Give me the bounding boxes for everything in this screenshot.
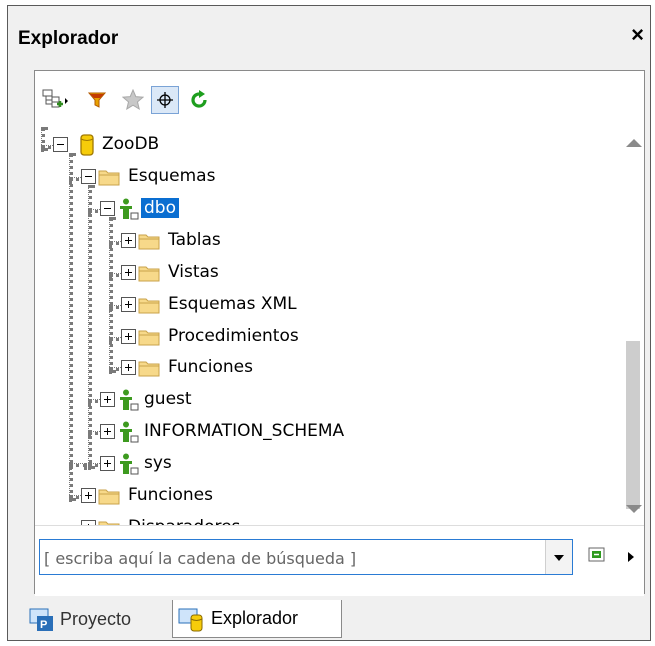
expand-toggle[interactable] (121, 329, 136, 344)
refresh-icon (191, 90, 207, 108)
add-object-icon (42, 89, 68, 108)
expand-toggle[interactable] (121, 297, 136, 312)
refresh-button[interactable] (185, 86, 213, 114)
folder-icon (138, 266, 160, 282)
schema-user-icon (120, 389, 139, 411)
svg-text:P: P (40, 619, 47, 631)
tree-item-label: Esquemas XML (168, 294, 297, 314)
tree-item-label: INFORMATION_SCHEMA (144, 421, 345, 441)
chevron-right-icon (628, 552, 634, 562)
collapse-toggle[interactable] (100, 201, 115, 216)
scroll-down-icon[interactable] (626, 505, 642, 513)
favorites-button[interactable] (119, 86, 147, 114)
folder-icon (98, 489, 120, 505)
explorer-content: ZooDB Esquemas dbo Tablas Vistas Esquema… (34, 70, 645, 596)
tree-item-label: dbo (141, 198, 179, 218)
toolbar (35, 71, 644, 127)
add-object-button[interactable] (41, 86, 69, 114)
expand-toggle[interactable] (100, 392, 115, 407)
tab-proyecto[interactable]: P Proyecto (24, 600, 174, 638)
locate-button[interactable] (151, 86, 179, 114)
search-dropdown-button[interactable] (545, 540, 572, 574)
tab-label: Explorador (211, 608, 299, 628)
folder-icon (138, 298, 160, 314)
tree-connector (69, 463, 87, 467)
tree-item-label: Tablas (168, 230, 221, 250)
explorer-icon (178, 608, 203, 631)
tree-item-label: Funciones (168, 357, 253, 377)
search-box (39, 539, 573, 575)
collapse-toggle[interactable] (53, 137, 68, 152)
tree-connector (69, 153, 73, 501)
expand-toggle[interactable] (81, 488, 96, 503)
search-more-button[interactable] (625, 549, 637, 563)
schema-user-icon (120, 421, 139, 443)
database-icon (80, 134, 94, 156)
tree-item-label: Vistas (168, 262, 219, 282)
project-icon: P (29, 608, 53, 631)
filter-button[interactable] (83, 86, 111, 114)
schema-user-icon (120, 453, 139, 475)
tree-item-label: Disparadores (125, 517, 243, 525)
search-options-icon (588, 547, 605, 562)
tree-item-label: Procedimientos (168, 326, 299, 346)
expand-toggle[interactable] (100, 456, 115, 471)
expand-toggle[interactable] (121, 233, 136, 248)
database-tree: ZooDB Esquemas dbo Tablas Vistas Esquema… (35, 127, 622, 525)
search-input[interactable] (42, 542, 546, 574)
schema-user-icon (120, 198, 139, 220)
tree-item-label: sys (144, 453, 172, 473)
star-icon (122, 89, 144, 111)
tab-explorador[interactable]: Explorador (172, 600, 342, 638)
scroll-up-icon[interactable] (626, 139, 642, 147)
tree-connector (88, 185, 92, 469)
explorer-panel: Explorador × ZooDB Esquemas dbo Tablas V… (7, 5, 651, 641)
scroll-thumb[interactable] (626, 341, 640, 509)
expand-toggle[interactable] (100, 424, 115, 439)
folder-icon (98, 521, 120, 525)
tab-label: Proyecto (60, 608, 132, 629)
folder-icon (138, 361, 160, 377)
search-row (35, 525, 644, 596)
dropdown-arrow-icon (554, 555, 564, 561)
folder-icon (138, 234, 160, 250)
search-options-button[interactable] (587, 545, 607, 565)
crosshair-icon (157, 92, 173, 108)
folder-icon (98, 170, 120, 186)
collapse-toggle[interactable] (81, 169, 96, 184)
panel-tabs: P Proyecto Explorador (8, 594, 650, 642)
tree-item-label: Funciones (128, 485, 213, 505)
filter-funnel-icon (87, 92, 107, 108)
vertical-scrollbar[interactable] (622, 127, 644, 525)
expand-toggle[interactable] (121, 265, 136, 280)
tree-item-label: Esquemas (128, 166, 216, 186)
expand-toggle[interactable] (121, 360, 136, 375)
tree-item-label: ZooDB (102, 134, 160, 154)
panel-titlebar: Explorador × (8, 6, 650, 70)
close-button[interactable]: × (631, 22, 644, 48)
panel-title: Explorador (18, 28, 119, 49)
folder-icon (138, 330, 160, 346)
tree-item-label: guest (144, 389, 192, 409)
